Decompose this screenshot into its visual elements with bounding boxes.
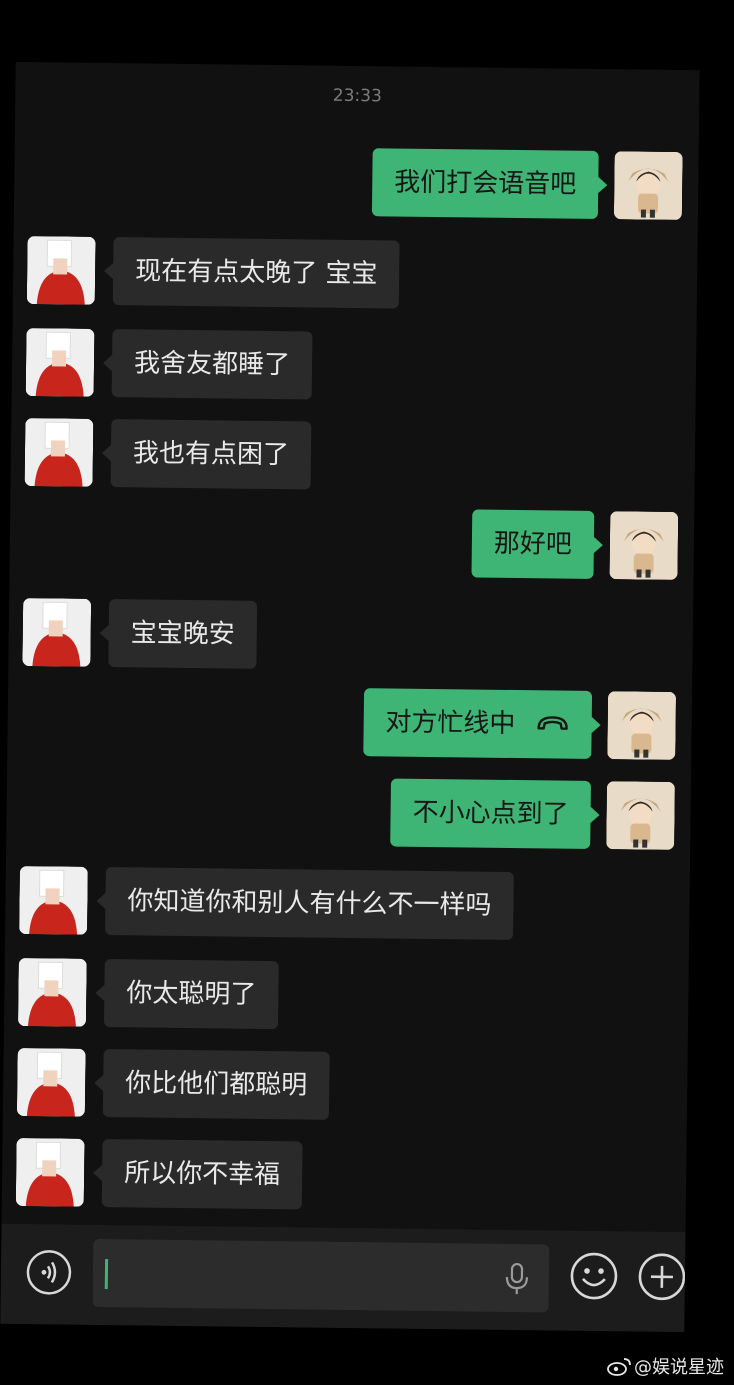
message-row: 我们打会语音吧 (14, 144, 699, 224)
message-bubble-incoming[interactable]: 你太聪明了 (103, 959, 279, 1030)
avatar-contact[interactable] (26, 236, 96, 305)
message-text: 现在有点太晚了 宝宝 (135, 256, 378, 290)
message-row: 我也有点困了 (11, 418, 696, 498)
message-text: 那好吧 (493, 528, 573, 560)
message-bubble-incoming[interactable]: 所以你不幸福 (101, 1139, 303, 1210)
timestamp: 23:33 (332, 85, 382, 107)
message-bubble-incoming[interactable]: 你知道你和别人有什么不一样吗 (105, 867, 514, 941)
message-row: 宝宝晚安 (8, 597, 693, 678)
avatar-contact[interactable] (25, 328, 95, 397)
avatar-me[interactable] (606, 781, 675, 850)
message-row: 你知道你和别人有什么不一样吗 (5, 865, 690, 946)
text-caret (104, 1259, 109, 1290)
emoji-icon[interactable] (569, 1251, 620, 1302)
avatar-contact[interactable] (19, 865, 88, 935)
avatar-contact[interactable] (22, 597, 92, 667)
plus-icon[interactable] (637, 1252, 688, 1303)
voice-mode-icon[interactable] (25, 1248, 74, 1297)
message-row: 所以你不幸福 (2, 1137, 687, 1218)
message-bubble-incoming[interactable]: 我舍友都睡了 (111, 329, 313, 400)
message-bubble-outgoing[interactable]: 那好吧 (471, 509, 595, 579)
microphone-icon[interactable] (503, 1262, 531, 1296)
message-row: 那好吧 (9, 504, 694, 584)
message-row: 你比他们都聪明 (3, 1047, 688, 1128)
avatar-me[interactable] (609, 511, 679, 580)
message-row: 我舍友都睡了 (12, 328, 697, 408)
input-bar (0, 1223, 688, 1333)
weibo-icon (607, 1358, 631, 1376)
message-row: 你太聪明了 (4, 957, 689, 1038)
chat-screen: 23:33 我们打会语音吧 现在有点太晚了 宝宝 我舍友都睡了 我也有点困了 那… (0, 61, 700, 1333)
message-row: 现在有点太晚了 宝宝 (13, 236, 698, 316)
message-text: 所以你不幸福 (123, 1158, 281, 1191)
message-text: 你知道你和别人有什么不一样吗 (127, 886, 492, 921)
message-row: 不小心点到了 (6, 774, 691, 854)
message-text: 你太聪明了 (126, 978, 257, 1010)
message-row: 对方忙线中 (7, 684, 692, 764)
message-text: 对方忙线中 (385, 707, 516, 740)
avatar-contact[interactable] (17, 957, 87, 1027)
message-text: 不小心点到了 (412, 797, 569, 830)
watermark: @娱说星迹 (606, 1353, 724, 1379)
message-text: 宝宝晚安 (130, 618, 235, 650)
message-bubble-incoming[interactable]: 你比他们都聪明 (102, 1049, 330, 1120)
hangup-icon (535, 691, 570, 759)
avatar-contact[interactable] (16, 1047, 86, 1117)
avatar-contact[interactable] (24, 418, 94, 487)
message-bubble-incoming[interactable]: 我也有点困了 (110, 419, 312, 490)
avatar-me[interactable] (607, 691, 677, 760)
message-bubble-outgoing[interactable]: 对方忙线中 (362, 688, 593, 759)
watermark-text: @娱说星迹 (634, 1357, 724, 1378)
message-bubble-outgoing[interactable]: 我们打会语音吧 (371, 148, 599, 219)
avatar-me[interactable] (613, 151, 683, 221)
message-bubble-incoming[interactable]: 宝宝晚安 (108, 599, 258, 669)
message-text: 我舍友都睡了 (133, 348, 291, 381)
message-text: 我也有点困了 (132, 438, 290, 471)
message-text: 你比他们都聪明 (125, 1068, 308, 1101)
message-text: 我们打会语音吧 (394, 167, 577, 200)
message-bubble-incoming[interactable]: 现在有点太晚了 宝宝 (112, 237, 400, 309)
message-input[interactable] (92, 1238, 550, 1313)
message-bubble-outgoing[interactable]: 不小心点到了 (390, 778, 591, 849)
avatar-contact[interactable] (15, 1137, 85, 1207)
